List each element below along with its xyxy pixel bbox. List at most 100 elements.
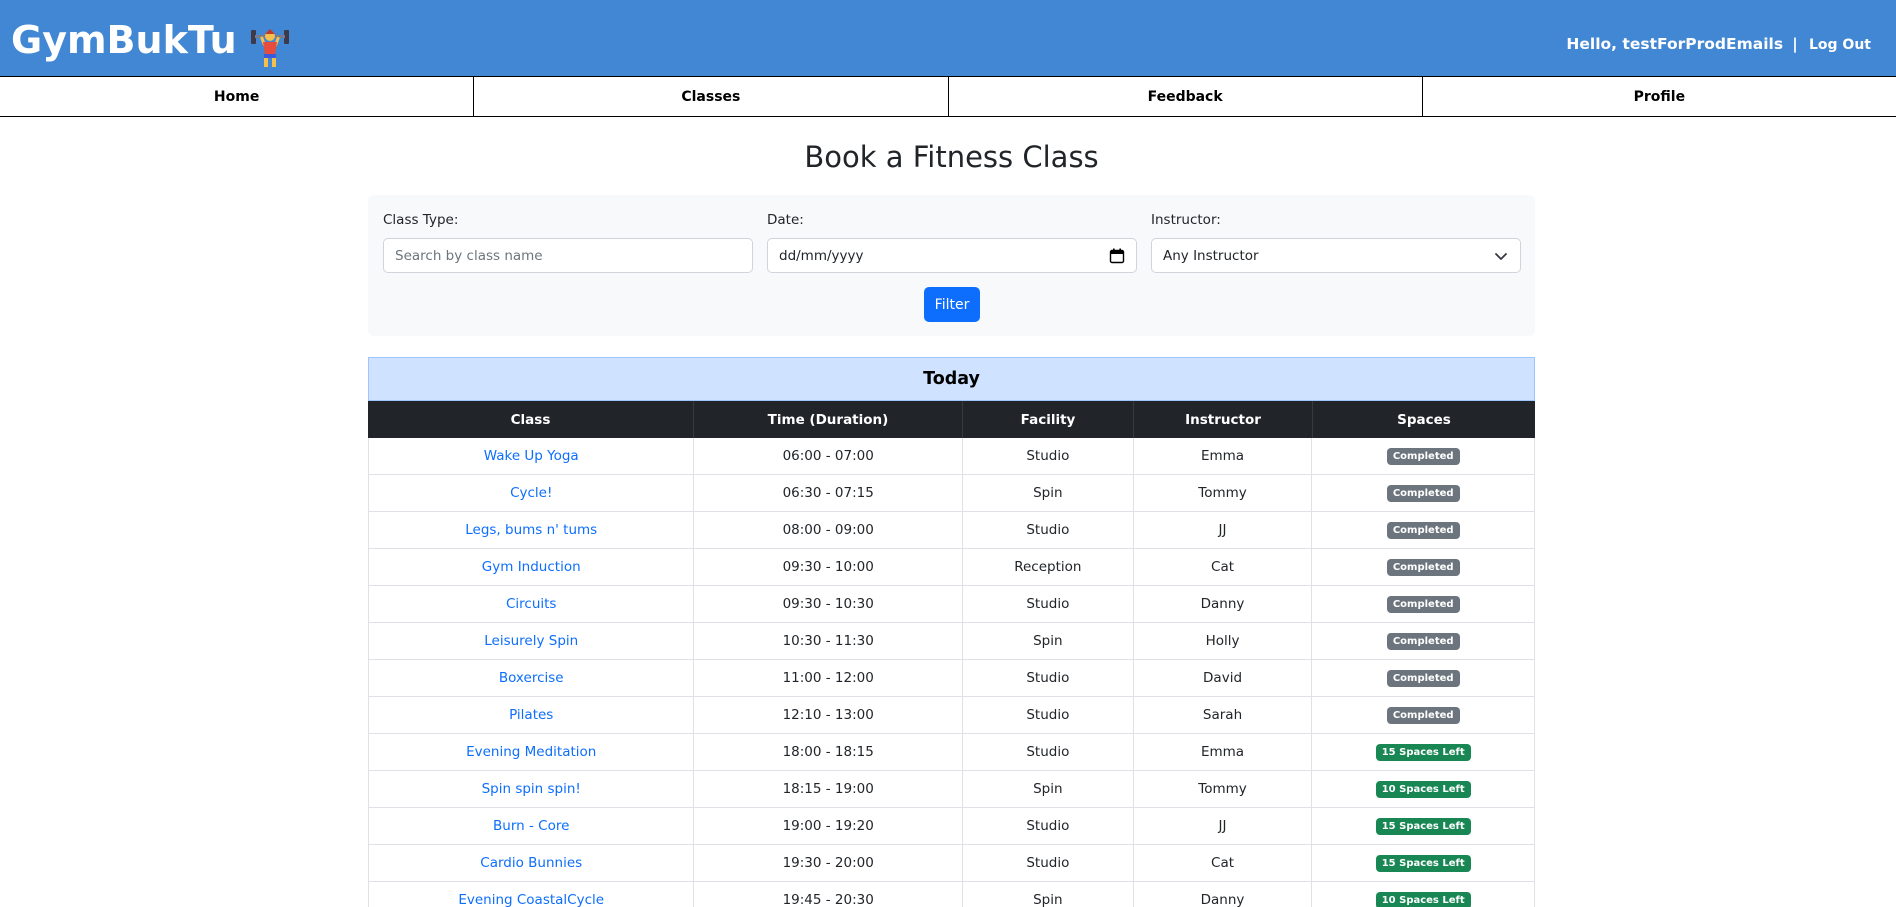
column-header-spaces: Spaces <box>1397 411 1451 428</box>
nav-home[interactable]: Home <box>0 77 475 116</box>
table-row: Evening Meditation 18:00 - 18:15 Studio Emm… <box>368 734 1535 771</box>
nav-classes[interactable]: Classes <box>474 77 949 116</box>
class-instructor: David <box>1134 660 1313 696</box>
class-facility: Spin <box>963 623 1134 659</box>
class-facility: Studio <box>963 734 1134 770</box>
class-name-link[interactable]: Spin spin spin! <box>369 771 695 807</box>
table-row: Boxercise 11:00 - 12:00 Studio David Complet… <box>368 660 1535 697</box>
date-value: dd/mm/yyyy <box>779 247 864 264</box>
status-badge: 10 Spaces Left <box>1375 780 1471 798</box>
class-time: 09:30 - 10:00 <box>694 549 963 585</box>
class-facility: Studio <box>963 845 1134 881</box>
class-name-link[interactable]: Leisurely Spin <box>369 623 695 659</box>
class-instructor: Danny <box>1134 882 1313 907</box>
class-name-link[interactable]: Pilates <box>369 697 695 733</box>
day-header: Today <box>368 357 1535 401</box>
class-name-link[interactable]: Gym Induction <box>369 549 695 585</box>
class-time: 06:00 - 07:00 <box>694 438 963 474</box>
nav-profile[interactable]: Profile <box>1423 77 1896 116</box>
brand-logo-text[interactable]: GymBukTu <box>11 18 237 64</box>
spaces-cell: Completed <box>1312 512 1534 548</box>
date-input[interactable]: dd/mm/yyyy <box>767 238 1137 273</box>
spaces-cell: 15 Spaces Left <box>1312 808 1534 844</box>
calendar-icon[interactable] <box>1109 248 1125 264</box>
main-nav: Home Classes Feedback Profile <box>0 76 1896 117</box>
table-row: Pilates 12:10 - 13:00 Studio Sarah Completed <box>368 697 1535 734</box>
spaces-cell: Completed <box>1312 475 1534 511</box>
status-badge: Completed <box>1386 521 1460 539</box>
class-instructor: Tommy <box>1134 475 1313 511</box>
class-facility: Spin <box>963 882 1134 907</box>
class-instructor: Sarah <box>1134 697 1313 733</box>
class-instructor: Tommy <box>1134 771 1313 807</box>
class-name-link[interactable]: Boxercise <box>369 660 695 696</box>
class-instructor: Cat <box>1134 845 1313 881</box>
table-row: Wake Up Yoga 06:00 - 07:00 Studio Emma Compl… <box>368 438 1535 475</box>
class-time: 19:00 - 19:20 <box>694 808 963 844</box>
class-facility: Spin <box>963 475 1134 511</box>
user-area: Hello, testForProdEmails | Log Out <box>1566 35 1871 53</box>
weightlifter-icon <box>251 29 289 67</box>
class-name-link[interactable]: Evening Meditation <box>369 734 695 770</box>
table-row: Spin spin spin! 18:15 - 19:00 Spin Tommy 10 … <box>368 771 1535 808</box>
status-badge: Completed <box>1386 558 1460 576</box>
class-time: 06:30 - 07:15 <box>694 475 963 511</box>
class-name-link[interactable]: Wake Up Yoga <box>369 438 695 474</box>
spaces-cell: Completed <box>1312 660 1534 696</box>
status-badge: Completed <box>1386 706 1460 724</box>
instructor-label: Instructor: <box>1151 212 1221 228</box>
class-time: 11:00 - 12:00 <box>694 660 963 696</box>
chevron-down-icon <box>1495 253 1507 260</box>
status-badge: 15 Spaces Left <box>1375 817 1471 835</box>
class-name-link[interactable]: Circuits <box>369 586 695 622</box>
class-instructor: JJ <box>1134 512 1313 548</box>
class-name-link[interactable]: Evening CoastalCycle <box>369 882 695 907</box>
class-instructor: JJ <box>1134 808 1313 844</box>
nav-feedback[interactable]: Feedback <box>949 77 1423 116</box>
class-facility: Reception <box>963 549 1134 585</box>
table-row: Evening CoastalCycle 19:45 - 20:30 Spin Dan… <box>368 882 1535 907</box>
spaces-cell: 15 Spaces Left <box>1312 734 1534 770</box>
class-search-input[interactable]: Search by class name <box>383 238 753 273</box>
logout-link[interactable]: Log Out <box>1809 37 1871 53</box>
spaces-cell: Completed <box>1312 623 1534 659</box>
class-instructor: Holly <box>1134 623 1313 659</box>
class-time: 19:45 - 20:30 <box>694 882 963 907</box>
table-row: Gym Induction 09:30 - 10:00 Reception Cat Co… <box>368 549 1535 586</box>
top-header: GymBukTu Hello, testForProdEmails | Log … <box>0 0 1896 76</box>
table-row: Cycle! 06:30 - 07:15 Spin Tommy Completed <box>368 475 1535 512</box>
class-time: 18:15 - 19:00 <box>694 771 963 807</box>
filter-button[interactable]: Filter <box>924 287 980 322</box>
class-name-link[interactable]: Cardio Bunnies <box>369 845 695 881</box>
class-search-placeholder: Search by class name <box>395 247 543 264</box>
instructor-select[interactable]: Any Instructor <box>1151 238 1521 273</box>
class-instructor: Danny <box>1134 586 1313 622</box>
table-row: Legs, bums n' tums 08:00 - 09:00 Studio JJ C… <box>368 512 1535 549</box>
class-name-link[interactable]: Cycle! <box>369 475 695 511</box>
class-instructor: Emma <box>1134 438 1313 474</box>
status-badge: Completed <box>1386 669 1460 687</box>
class-facility: Spin <box>963 771 1134 807</box>
column-header-class: Class <box>368 401 694 438</box>
class-time: 18:00 - 18:15 <box>694 734 963 770</box>
class-instructor: Cat <box>1134 549 1313 585</box>
table-body: Wake Up Yoga 06:00 - 07:00 Studio Emma Compl… <box>368 438 1535 907</box>
class-facility: Studio <box>963 512 1134 548</box>
column-header-facility: Facility <box>963 401 1134 438</box>
table-row: Cardio Bunnies 19:30 - 20:00 Studio Cat 15 S… <box>368 845 1535 882</box>
status-badge: 15 Spaces Left <box>1375 743 1471 761</box>
status-badge: Completed <box>1386 484 1460 502</box>
spaces-cell: Completed <box>1312 697 1534 733</box>
class-time: 10:30 - 11:30 <box>694 623 963 659</box>
class-name-link[interactable]: Burn - Core <box>369 808 695 844</box>
filter-panel: Class Type: Search by class name Date: d… <box>368 195 1535 336</box>
class-instructor: Emma <box>1134 734 1313 770</box>
status-badge: Completed <box>1386 447 1460 465</box>
class-facility: Studio <box>963 697 1134 733</box>
class-time: 08:00 - 09:00 <box>694 512 963 548</box>
class-facility: Studio <box>963 586 1134 622</box>
class-facility: Studio <box>963 660 1134 696</box>
class-name-link[interactable]: Legs, bums n' tums <box>369 512 695 548</box>
column-header-time: Time (Duration) <box>694 401 963 438</box>
table-row: Circuits 09:30 - 10:30 Studio Danny Complete… <box>368 586 1535 623</box>
